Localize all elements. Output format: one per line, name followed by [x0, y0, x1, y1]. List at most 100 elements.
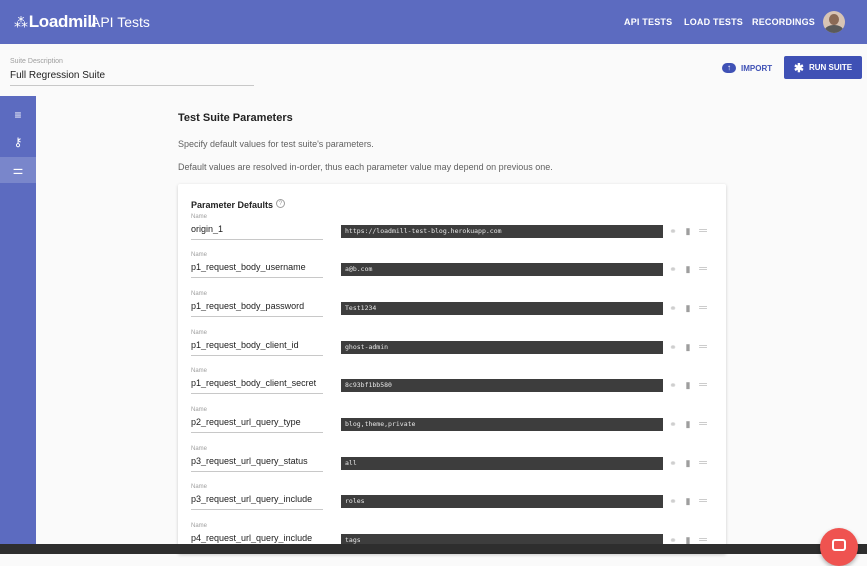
parameter-row: Name p1_request_body_client_secret 8c93bf1…: [178, 368, 726, 406]
link-icon[interactable]: ⚭: [668, 342, 678, 352]
parameter-name-underline: [191, 509, 323, 510]
parameter-defaults-card: Parameter Defaults ? Name origin_1 https:/…: [178, 184, 726, 554]
link-icon[interactable]: ⚭: [668, 496, 678, 506]
bottom-bar: [0, 544, 867, 554]
import-label: IMPORT: [741, 63, 773, 73]
parameter-name-label: Name: [191, 523, 208, 529]
key-icon[interactable]: ⚷: [0, 129, 36, 155]
sliders-icon[interactable]: ⚌: [0, 157, 36, 183]
import-button[interactable]: ↑ IMPORT: [722, 61, 772, 75]
list-icon[interactable]: ≡: [0, 102, 36, 128]
chat-fab-button[interactable]: [820, 528, 858, 566]
parameter-value-input[interactable]: a@b.com: [341, 263, 663, 276]
page-title: Test Suite Parameters: [178, 112, 293, 124]
sidebar: ≡ ⚷ ⚌: [0, 96, 36, 554]
parameter-name-underline: [191, 239, 323, 240]
run-suite-button[interactable]: ✱ RUN SUITE: [784, 56, 862, 79]
parameter-value-input[interactable]: 8c93bf1bb580: [341, 379, 663, 392]
run-suite-icon: ✱: [793, 60, 804, 75]
link-icon[interactable]: ⚭: [668, 419, 678, 429]
parameter-name-input[interactable]: p3_request_url_query_status: [191, 456, 323, 466]
link-icon[interactable]: ⚭: [668, 303, 678, 313]
parameter-name-underline: [191, 432, 323, 433]
parameter-value-input[interactable]: all: [341, 457, 663, 470]
drag-handle-icon[interactable]: ═: [698, 303, 708, 314]
parameter-name-label: Name: [191, 291, 208, 297]
logo-mark-icon: ⁂: [14, 14, 28, 30]
parameter-row: Name p2_request_url_query_type blog,theme,…: [178, 407, 726, 445]
parameter-name-input[interactable]: origin_1: [191, 224, 323, 234]
run-suite-label: RUN SUITE: [808, 63, 853, 72]
drag-handle-icon[interactable]: ═: [698, 458, 708, 469]
parameter-name-input[interactable]: p1_request_body_username: [191, 262, 323, 272]
description-line-2: Default values are resolved in-order, th…: [178, 162, 553, 172]
parameter-row: Name p1_request_body_client_id ghost-admin…: [178, 330, 726, 368]
parameter-row: Name p1_request_body_username a@b.com ⚭ ▮ ═: [178, 252, 726, 290]
drag-handle-icon[interactable]: ═: [698, 419, 708, 430]
parameter-name-label: Name: [191, 330, 208, 336]
parameter-name-underline: [191, 355, 323, 356]
parameter-name-input[interactable]: p2_request_url_query_type: [191, 417, 323, 427]
parameter-row: Name p1_request_body_password Test1234 ⚭ ▮ ═: [178, 291, 726, 329]
parameter-name-input[interactable]: p4_request_url_query_include: [191, 533, 323, 543]
trash-icon[interactable]: ▮: [683, 226, 693, 236]
link-icon[interactable]: ⚭: [668, 380, 678, 390]
avatar-body: [825, 25, 843, 33]
nav-recordings[interactable]: RECORDINGS: [752, 17, 815, 27]
app-title: API Tests: [91, 14, 150, 30]
parameter-name-label: Name: [191, 214, 208, 220]
drag-handle-icon[interactable]: ═: [698, 380, 708, 391]
parameter-name-input[interactable]: p1_request_body_password: [191, 301, 323, 311]
link-icon[interactable]: ⚭: [668, 226, 678, 236]
parameter-value-input[interactable]: https://loadmill-test-blog.herokuapp.com: [341, 225, 663, 238]
parameter-value-input[interactable]: ghost-admin: [341, 341, 663, 354]
parameter-name-input[interactable]: p1_request_body_client_secret: [191, 378, 323, 388]
parameter-name-label: Name: [191, 484, 208, 490]
loadmill-logo[interactable]: ⁂Loadmill: [14, 12, 97, 32]
parameter-name-label: Name: [191, 407, 208, 413]
parameter-name-label: Name: [191, 252, 208, 258]
parameter-row: Name origin_1 https://loadmill-test-blog.h…: [178, 214, 726, 252]
avatar-head: [829, 14, 839, 25]
drag-handle-icon[interactable]: ═: [698, 342, 708, 353]
parameter-value-input[interactable]: Test1234: [341, 302, 663, 315]
link-icon[interactable]: ⚭: [668, 264, 678, 274]
parameter-name-underline: [191, 277, 323, 278]
nav-load-tests[interactable]: LOAD TESTS: [684, 17, 743, 27]
parameter-row: Name p3_request_url_query_status all ⚭ ▮ ═: [178, 446, 726, 484]
parameter-name-label: Name: [191, 368, 208, 374]
chat-icon: [832, 539, 846, 551]
drag-handle-icon[interactable]: ═: [698, 496, 708, 507]
help-icon[interactable]: ?: [276, 199, 285, 208]
parameter-name-label: Name: [191, 446, 208, 452]
trash-icon[interactable]: ▮: [683, 380, 693, 390]
logo-text: Loadmill: [28, 12, 97, 31]
drag-handle-icon[interactable]: ═: [698, 226, 708, 237]
parameter-name-underline: [191, 471, 323, 472]
parameter-name-underline: [191, 316, 323, 317]
cloud-upload-icon: ↑: [722, 63, 736, 73]
trash-icon[interactable]: ▮: [683, 303, 693, 313]
nav-api-tests[interactable]: API TESTS: [624, 17, 672, 27]
parameter-name-underline: [191, 393, 323, 394]
drag-handle-icon[interactable]: ═: [698, 264, 708, 275]
parameter-name-input[interactable]: p3_request_url_query_include: [191, 494, 323, 504]
suite-description-underline: [10, 85, 254, 86]
trash-icon[interactable]: ▮: [683, 264, 693, 274]
top-app-bar: ⁂Loadmill API Tests API TESTS LOAD TESTS…: [0, 0, 867, 44]
trash-icon[interactable]: ▮: [683, 458, 693, 468]
parameter-row: Name p3_request_url_query_include roles ⚭ ▮ ═: [178, 484, 726, 522]
suite-description-input[interactable]: Full Regression Suite: [10, 70, 105, 81]
parameter-value-input[interactable]: roles: [341, 495, 663, 508]
link-icon[interactable]: ⚭: [668, 458, 678, 468]
suite-description-label: Suite Description: [10, 58, 63, 65]
parameter-row: Name p4_request_url_query_include tags ⚭ ▮ ═: [178, 523, 726, 561]
parameter-name-input[interactable]: p1_request_body_client_id: [191, 340, 323, 350]
trash-icon[interactable]: ▮: [683, 419, 693, 429]
user-avatar[interactable]: [823, 11, 845, 33]
description-line-1: Specify default values for test suite's …: [178, 139, 374, 149]
trash-icon[interactable]: ▮: [683, 342, 693, 352]
trash-icon[interactable]: ▮: [683, 496, 693, 506]
card-title: Parameter Defaults: [191, 200, 274, 210]
parameter-value-input[interactable]: blog,theme,private: [341, 418, 663, 431]
